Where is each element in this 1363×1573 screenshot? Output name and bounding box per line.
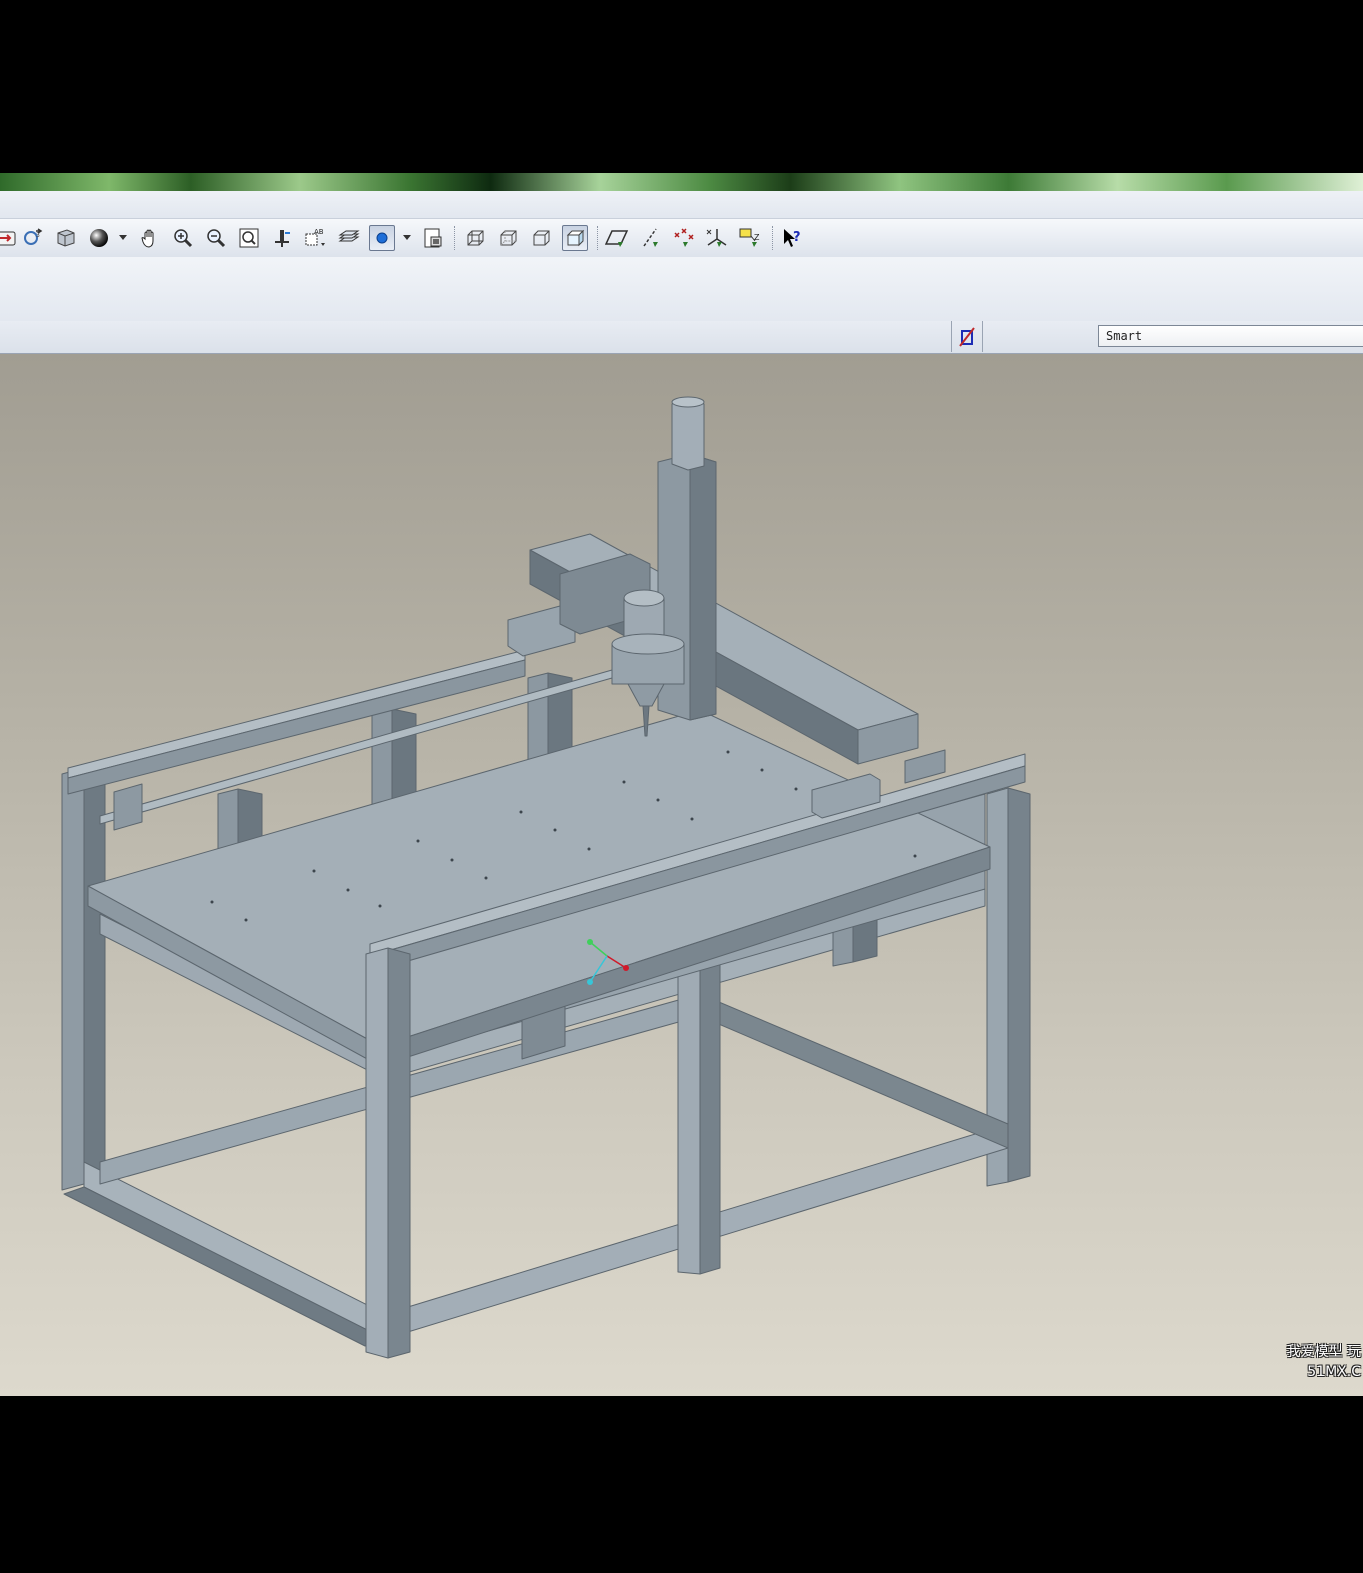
toolbar-separator [454, 226, 456, 250]
toolbar-separator [597, 226, 599, 250]
top-black-bar [0, 0, 1363, 173]
annotation-button[interactable]: AB [302, 225, 328, 251]
watermark-line-2: 51MX.C [1307, 1364, 1361, 1380]
reorient-icon: 3 [24, 228, 43, 245]
menu-area [0, 191, 1363, 218]
zoom-out-button[interactable] [203, 225, 229, 251]
refit-icon [239, 228, 259, 248]
ribbon-area [0, 257, 1363, 321]
datum-axes-button[interactable] [638, 225, 664, 251]
pan-icon [141, 229, 154, 248]
graphics-window[interactable]: 我爱模型 玩 51MX.C [0, 354, 1363, 1396]
view-mode-icon [376, 232, 388, 244]
hidden-line-button[interactable] [495, 225, 521, 251]
selection-filter-dropdown[interactable]: Smart [1098, 325, 1363, 347]
refit-button[interactable] [236, 225, 262, 251]
display-style-dropdown-arrow[interactable] [119, 235, 127, 240]
layers-button[interactable] [336, 225, 362, 251]
view-manager-icon [424, 228, 442, 248]
view-mode-dropdown-arrow[interactable] [403, 235, 411, 240]
regenerate-icon [0, 231, 16, 246]
display-style-icon [90, 229, 108, 247]
datum-points-icon [674, 228, 694, 247]
toolbar-separator [772, 226, 774, 250]
status-filter-bar: Smart [0, 321, 1363, 354]
layers-icon [338, 230, 360, 242]
display-style-button[interactable] [86, 225, 112, 251]
coordinate-systems-button[interactable] [704, 225, 730, 251]
svg-text:AB: AB [314, 228, 324, 236]
reorient-button[interactable]: 3 [20, 225, 46, 251]
hidden-line-icon [500, 230, 517, 246]
svg-text:Z: Z [754, 233, 760, 242]
annotation-icon: AB [305, 228, 325, 246]
zoom-out-icon [207, 229, 226, 248]
watermark-line-1: 我爱模型 玩 [1286, 1344, 1361, 1360]
datum-axes-icon [643, 228, 658, 247]
svg-text:3: 3 [36, 232, 40, 239]
window-title-strip [0, 173, 1363, 191]
datum-planes-button[interactable] [604, 225, 630, 251]
zoom-in-button[interactable] [170, 225, 196, 251]
no-hidden-button[interactable] [528, 225, 554, 251]
selection-filter-icon [959, 326, 975, 347]
saved-views-icon [57, 229, 75, 247]
annotations-display-icon: Z [739, 228, 760, 247]
saved-views-button[interactable] [53, 225, 79, 251]
no-hidden-icon [533, 230, 550, 246]
datum-planes-icon [605, 230, 629, 247]
selection-filter-toggle[interactable] [951, 321, 983, 352]
shading-icon [566, 229, 585, 247]
pan-button[interactable] [137, 225, 163, 251]
svg-text:?: ? [793, 230, 801, 245]
spin-center-button[interactable] [269, 225, 295, 251]
cnc-router-model[interactable] [0, 354, 1363, 1396]
context-help-icon: ? [784, 229, 801, 247]
view-toolbar: 3 AB Z ? [0, 218, 1363, 258]
shading-button[interactable] [562, 225, 588, 251]
coordinate-systems-icon [706, 229, 727, 247]
annotations-display-button[interactable]: Z [738, 225, 764, 251]
view-manager-button[interactable] [420, 225, 446, 251]
regenerate-button[interactable] [0, 225, 18, 251]
wireframe-icon [467, 230, 484, 246]
datum-points-button[interactable] [671, 225, 697, 251]
zoom-in-icon [174, 229, 193, 248]
watermark: 我爱模型 玩 51MX.C [1287, 1342, 1361, 1382]
context-help-button[interactable]: ? [779, 225, 805, 251]
spin-center-icon [275, 230, 290, 247]
bottom-black-bar [0, 1396, 1363, 1573]
view-mode-button[interactable] [369, 225, 395, 251]
wireframe-button[interactable] [462, 225, 488, 251]
